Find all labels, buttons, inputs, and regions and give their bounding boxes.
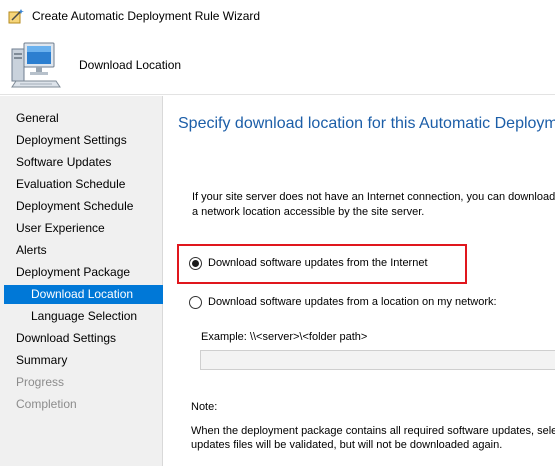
note-line-2: updates files will be validated, but wil… <box>191 439 503 451</box>
note-title: Note: <box>191 401 218 413</box>
computer-icon <box>10 41 62 89</box>
description-line-1: If your site server does not have an Int… <box>192 191 555 203</box>
sidebar-item-alerts[interactable]: Alerts <box>0 241 163 260</box>
sidebar-item-deployment-schedule[interactable]: Deployment Schedule <box>0 197 163 216</box>
radio-button-unchecked[interactable] <box>189 296 202 309</box>
wizard-header: Download Location <box>0 33 555 95</box>
sidebar-item-language-selection[interactable]: Language Selection <box>0 307 163 326</box>
sidebar-item-general[interactable]: General <box>0 109 163 128</box>
radio-label-network[interactable]: Download software updates from a locatio… <box>208 296 497 308</box>
window-title: Create Automatic Deployment Rule Wizard <box>32 9 261 23</box>
network-path-input[interactable] <box>200 350 555 370</box>
sidebar-item-completion: Completion <box>16 397 77 411</box>
sidebar-item-evaluation-schedule[interactable]: Evaluation Schedule <box>0 175 163 194</box>
sidebar-item-software-updates[interactable]: Software Updates <box>0 153 163 172</box>
sidebar-item-download-location[interactable]: Download Location <box>4 285 163 304</box>
radio-label-internet[interactable]: Download software updates from the Inter… <box>208 257 428 269</box>
sidebar-item-deployment-package[interactable]: Deployment Package <box>0 263 163 282</box>
wizard-icon <box>8 8 24 24</box>
sidebar-item-user-experience[interactable]: User Experience <box>0 219 163 238</box>
description-text: If your site server does not have an Int… <box>192 190 555 220</box>
note-text: When the deployment package contains all… <box>191 424 555 452</box>
wizard-steps-sidebar: General Deployment Settings Software Upd… <box>0 96 163 466</box>
sidebar-item-progress: Progress <box>16 375 65 389</box>
sidebar-item-deployment-settings[interactable]: Deployment Settings <box>0 131 163 150</box>
page-heading: Specify download location for this Autom… <box>178 115 555 132</box>
example-path-label: Example: \\<server>\<folder path> <box>201 331 368 343</box>
wizard-content: Specify download location for this Autom… <box>164 96 555 466</box>
note-line-1: When the deployment package contains all… <box>191 425 555 437</box>
radio-button-checked[interactable] <box>189 257 202 270</box>
sidebar-item-download-settings[interactable]: Download Settings <box>0 329 163 348</box>
sidebar-item-summary[interactable]: Summary <box>0 351 163 370</box>
title-bar: Create Automatic Deployment Rule Wizard <box>0 0 555 33</box>
description-line-2: a network location accessible by the sit… <box>192 206 425 218</box>
header-page-name: Download Location <box>79 58 182 72</box>
